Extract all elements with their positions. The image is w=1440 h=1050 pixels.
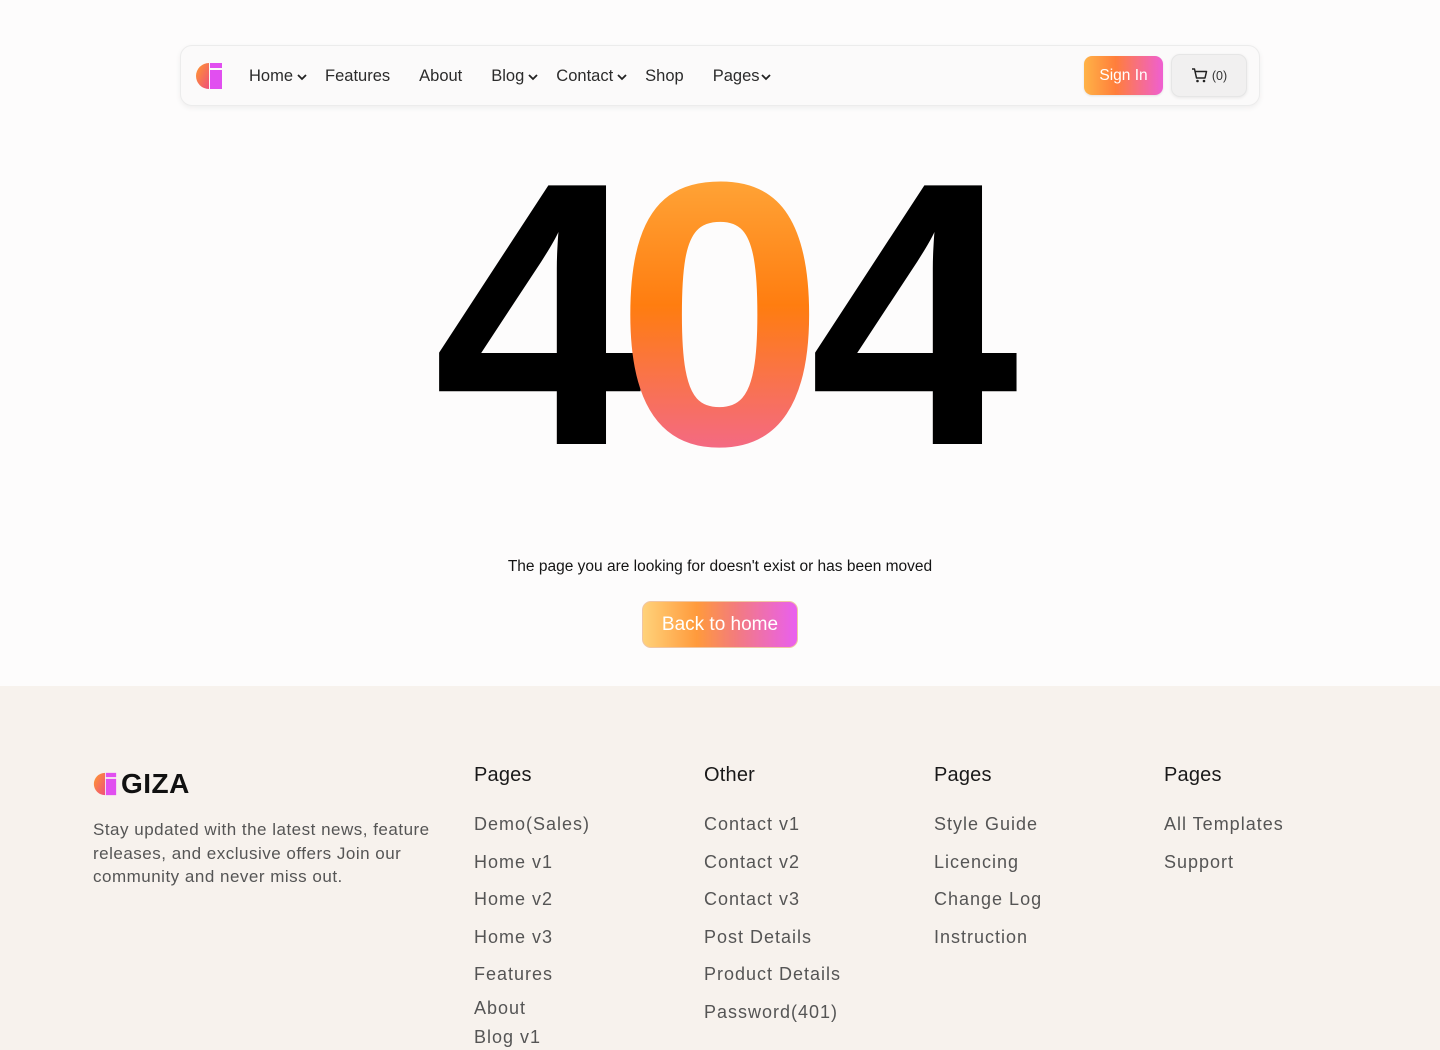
nav-item-shop[interactable]: Shop xyxy=(645,67,684,86)
nav-item-label: Shop xyxy=(645,67,684,85)
error-message: The page you are looking for doesn't exi… xyxy=(507,558,933,575)
footer-column-pages-3: Pages All Templates Support xyxy=(1164,764,1284,888)
chevron-down-icon xyxy=(297,73,307,80)
error-code-404: 4 0 4 xyxy=(380,104,1060,524)
cart-icon xyxy=(1191,68,1208,83)
page: Home Features About Blog Contact Shop Pa… xyxy=(0,0,1440,1050)
footer-link[interactable]: About xyxy=(474,997,590,1019)
nav-item-label: Pages xyxy=(712,67,760,85)
footer-link[interactable]: Demo(Sales) xyxy=(474,813,590,835)
footer-link[interactable]: Support xyxy=(1164,851,1284,873)
footer-link[interactable]: Licencing xyxy=(934,851,1042,873)
footer-logo[interactable]: GIZA xyxy=(93,768,190,800)
nav-item-label: Contact xyxy=(556,67,614,85)
footer-link[interactable]: Contact v1 xyxy=(704,813,841,835)
chevron-down-icon xyxy=(528,73,538,80)
brand-name: GIZA xyxy=(121,768,190,799)
nav-item-about[interactable]: About xyxy=(419,67,462,86)
footer-tagline: Stay updated with the latest news, featu… xyxy=(93,820,430,886)
footer-link[interactable]: Blog v1 xyxy=(474,1026,590,1048)
footer-link[interactable]: Contact v3 xyxy=(704,888,841,910)
nav-item-label: About xyxy=(419,67,463,85)
navbar: Home Features About Blog Contact Shop Pa… xyxy=(180,45,1260,106)
nav-menu: Home Features About Blog Contact Shop Pa… xyxy=(249,46,771,107)
footer-column-pages-2: Pages Style Guide Licencing Change Log I… xyxy=(934,764,1042,963)
footer: GIZA Stay updated with the latest news, … xyxy=(0,686,1440,1050)
nav-item-label: Features xyxy=(325,67,391,85)
giza-logo-icon xyxy=(93,772,117,796)
footer-link[interactable]: Product Details xyxy=(704,963,841,985)
footer-link[interactable]: Home v3 xyxy=(474,926,590,948)
chevron-down-icon xyxy=(617,73,627,80)
footer-link[interactable]: Features xyxy=(474,963,590,985)
footer-link[interactable]: Home v2 xyxy=(474,888,590,910)
chevron-down-icon xyxy=(760,73,771,80)
footer-link[interactable]: Change Log xyxy=(934,888,1042,910)
footer-link[interactable]: Home v1 xyxy=(474,851,590,873)
footer-link[interactable]: Contact v2 xyxy=(704,851,841,873)
footer-link[interactable]: Style Guide xyxy=(934,813,1042,835)
nav-item-contact[interactable]: Contact xyxy=(556,67,627,86)
nav-item-blog[interactable]: Blog xyxy=(491,67,538,86)
error-digit-middle: 0 xyxy=(615,140,824,470)
footer-column-other: Other Contact v1 Contact v2 Contact v3 P… xyxy=(704,764,841,1038)
nav-item-features[interactable]: Features xyxy=(325,67,390,86)
footer-link[interactable]: Password(401) xyxy=(704,1001,841,1023)
footer-link[interactable]: Instruction xyxy=(934,926,1042,948)
error-digit-left: 4 xyxy=(433,140,645,470)
footer-column-title: Pages xyxy=(934,764,992,786)
nav-item-home[interactable]: Home xyxy=(249,67,307,86)
footer-column-pages: Pages Demo(Sales) Home v1 Home v2 Home v… xyxy=(474,764,590,1050)
nav-item-pages[interactable]: Pages xyxy=(713,67,771,86)
cart-count: (0) xyxy=(1211,68,1228,83)
cart-button[interactable]: (0) xyxy=(1171,54,1247,97)
sign-in-button[interactable]: Sign In xyxy=(1084,56,1163,95)
nav-item-label: Home xyxy=(249,67,294,85)
footer-link[interactable]: All Templates xyxy=(1164,813,1284,835)
back-to-home-button[interactable]: Back to home xyxy=(642,601,798,648)
nav-item-label: Blog xyxy=(491,67,525,85)
footer-link[interactable]: Post Details xyxy=(704,926,841,948)
footer-column-title: Pages xyxy=(474,764,532,786)
footer-column-title: Pages xyxy=(1164,764,1222,786)
footer-column-title: Other xyxy=(704,764,756,786)
giza-logo-icon[interactable] xyxy=(195,61,223,91)
error-digit-right: 4 xyxy=(809,140,1021,470)
